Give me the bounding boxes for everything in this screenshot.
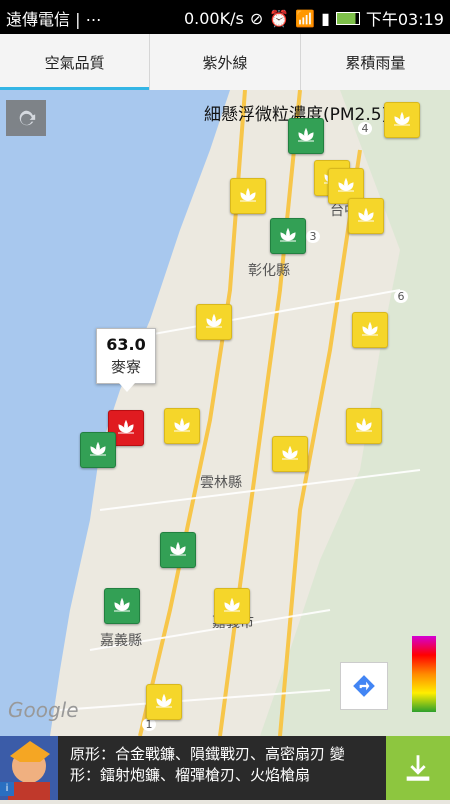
- station-marker[interactable]: [160, 532, 196, 568]
- network-speed: 0.00K/s: [183, 8, 244, 28]
- label-yunlin: 雲林縣: [200, 475, 242, 491]
- directions-button[interactable]: [340, 662, 388, 710]
- ad-info-icon[interactable]: i: [0, 782, 14, 796]
- tab-air-quality[interactable]: 空氣品質: [0, 34, 150, 91]
- station-marker[interactable]: [270, 218, 306, 254]
- station-name: 麥寮: [110, 358, 141, 376]
- station-marker[interactable]: [214, 588, 250, 624]
- road-shield: 3: [306, 230, 320, 243]
- lotus-icon: [356, 418, 372, 432]
- refresh-button[interactable]: [6, 100, 46, 136]
- lotus-icon: [362, 322, 378, 336]
- station-marker[interactable]: [104, 588, 140, 624]
- download-icon: [406, 755, 430, 781]
- station-marker[interactable]: [288, 118, 324, 154]
- lotus-icon: [240, 188, 256, 202]
- lotus-icon: [170, 542, 186, 556]
- station-marker[interactable]: [352, 312, 388, 348]
- station-marker[interactable]: [230, 178, 266, 214]
- lotus-icon: [224, 598, 240, 612]
- label-chiayi-county: 嘉義縣: [100, 633, 142, 649]
- refresh-icon: [19, 110, 36, 126]
- ad-line-1: 原形：合金戰鐮、隕鐵戰刃、高密扇刃 變: [70, 745, 345, 763]
- label-changhua: 彰化縣: [248, 263, 290, 279]
- ad-banner[interactable]: 原形：合金戰鐮、隕鐵戰刃、高密扇刃 變 形：鐳射炮鐮、榴彈槍刃、火焰槍扇: [0, 736, 450, 800]
- map-view[interactable]: 細懸浮微粒濃度(PM2.5) 台中市 彰化縣 雲林縣 嘉義縣 嘉義市 4 3 6…: [0, 90, 450, 736]
- lotus-icon: [282, 446, 298, 460]
- road-shield: 6: [394, 290, 408, 303]
- download-button[interactable]: [386, 736, 450, 800]
- tab-rainfall[interactable]: 累積雨量: [299, 34, 450, 90]
- carrier-label: 遠傳電信 | ⋯: [6, 10, 102, 29]
- lotus-icon: [114, 598, 130, 612]
- directions-icon: [353, 675, 375, 697]
- signal-icon: ▮: [321, 8, 330, 28]
- lotus-icon: [156, 694, 172, 708]
- status-bar: 遠傳電信 | ⋯ 0.00K/s ⊘ ⏰ 📶 ▮ 下午03:19: [0, 0, 450, 34]
- mute-icon: ⊘: [249, 8, 264, 28]
- station-marker[interactable]: [346, 408, 382, 444]
- station-marker[interactable]: [272, 436, 308, 472]
- station-marker[interactable]: [164, 408, 200, 444]
- lotus-icon: [394, 112, 410, 126]
- station-marker[interactable]: [384, 102, 420, 138]
- ad-line-2: 形：鐳射炮鐮、榴彈槍刃、火焰槍扇: [70, 766, 311, 784]
- wifi-icon: 📶: [295, 8, 316, 28]
- road-shield: 4: [358, 122, 372, 135]
- station-marker[interactable]: [196, 304, 232, 340]
- info-window[interactable]: 63.0 麥寮: [96, 328, 156, 392]
- lotus-icon: [338, 178, 354, 192]
- lotus-icon: [298, 128, 314, 142]
- clock: 下午03:19: [365, 10, 444, 29]
- map-base: [0, 90, 450, 736]
- pm25-value: 63.0: [106, 335, 146, 354]
- lotus-icon: [358, 208, 374, 222]
- lotus-icon: [90, 442, 106, 456]
- battery-icon: [335, 11, 360, 25]
- station-marker[interactable]: [348, 198, 384, 234]
- lotus-icon: [280, 228, 296, 242]
- pm25-color-legend: [412, 636, 436, 712]
- lotus-icon: [174, 418, 190, 432]
- alarm-icon: ⏰: [269, 8, 290, 28]
- station-marker[interactable]: [146, 684, 182, 720]
- tab-bar: 空氣品質 紫外線 累積雨量: [0, 34, 450, 91]
- google-logo: Google: [8, 698, 79, 722]
- station-marker[interactable]: [80, 432, 116, 468]
- lotus-icon: [118, 420, 134, 434]
- tab-uv[interactable]: 紫外線: [149, 34, 299, 90]
- lotus-icon: [206, 314, 222, 328]
